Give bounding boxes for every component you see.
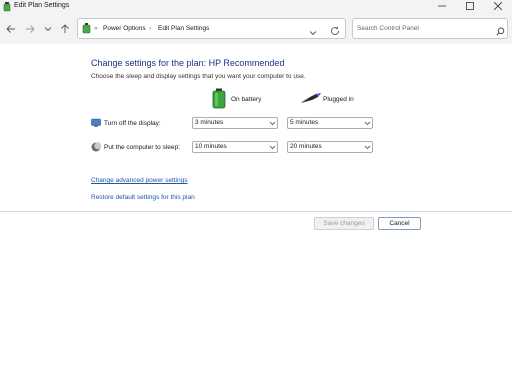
arrow-right-icon bbox=[26, 25, 35, 33]
maximize-button[interactable] bbox=[456, 0, 484, 13]
display-plugged-select[interactable]: 5 minutes bbox=[287, 117, 373, 129]
chevron-down-icon bbox=[309, 31, 317, 36]
breadcrumb-separator: » bbox=[94, 25, 98, 32]
chevron-down-icon bbox=[364, 145, 371, 150]
search-placeholder: Search Control Panel bbox=[357, 25, 419, 32]
display-battery-select[interactable]: 3 minutes bbox=[192, 117, 278, 129]
sleep-battery-select[interactable]: 10 minutes bbox=[192, 141, 278, 153]
display-battery-value: 3 minutes bbox=[195, 119, 224, 126]
chevron-down-icon bbox=[269, 121, 276, 126]
content-divider bbox=[0, 211, 512, 212]
display-plugged-value: 5 minutes bbox=[290, 119, 319, 126]
search-button[interactable] bbox=[496, 23, 505, 41]
sleep-plugged-value: 20 minutes bbox=[290, 143, 322, 150]
address-dropdown-button[interactable] bbox=[309, 24, 317, 42]
display-icon bbox=[91, 118, 101, 127]
refresh-icon bbox=[331, 26, 339, 35]
chevron-down-icon bbox=[364, 121, 371, 126]
column-plugged-in: Plugged in bbox=[323, 96, 354, 103]
battery-icon bbox=[212, 88, 226, 109]
maximize-icon bbox=[466, 2, 474, 10]
column-on-battery: On battery bbox=[231, 96, 262, 103]
chevron-down-icon bbox=[44, 27, 52, 32]
minimize-icon bbox=[438, 5, 446, 7]
sleep-timeout-label: Put the computer to sleep: bbox=[104, 144, 180, 151]
sleep-battery-value: 10 minutes bbox=[195, 143, 227, 150]
recent-locations-button[interactable] bbox=[41, 22, 55, 36]
breadcrumb-edit-plan-settings[interactable]: Edit Plan Settings bbox=[158, 24, 209, 34]
refresh-button[interactable] bbox=[330, 23, 340, 41]
restore-default-settings-link[interactable]: Restore default settings for this plan bbox=[91, 193, 195, 202]
search-icon bbox=[496, 27, 505, 36]
breadcrumb-power-options[interactable]: Power Options bbox=[103, 24, 146, 34]
sleep-moon-icon bbox=[91, 142, 101, 152]
minimize-button[interactable] bbox=[428, 0, 456, 13]
up-button[interactable] bbox=[58, 22, 72, 36]
window-title: Edit Plan Settings bbox=[14, 2, 70, 9]
power-plan-icon bbox=[3, 2, 11, 12]
back-button[interactable] bbox=[4, 22, 18, 36]
close-button[interactable] bbox=[484, 0, 512, 13]
save-changes-button[interactable]: Save changes bbox=[314, 217, 374, 230]
forward-button[interactable] bbox=[23, 22, 37, 36]
chevron-down-icon bbox=[269, 145, 276, 150]
breadcrumb-arrow: › bbox=[149, 25, 152, 32]
display-timeout-label: Turn off the display: bbox=[104, 120, 161, 127]
sleep-plugged-select[interactable]: 20 minutes bbox=[287, 141, 373, 153]
arrow-left-icon bbox=[6, 25, 15, 33]
arrow-up-icon bbox=[61, 24, 69, 33]
page-title: Change settings for the plan: HP Recomme… bbox=[91, 58, 285, 68]
power-plug-icon bbox=[301, 93, 321, 103]
change-advanced-power-settings-link[interactable]: Change advanced power settings bbox=[91, 176, 187, 185]
control-panel-icon bbox=[82, 23, 91, 34]
close-icon bbox=[493, 1, 503, 11]
cancel-button[interactable]: Cancel bbox=[378, 217, 421, 230]
page-subtitle: Choose the sleep and display settings th… bbox=[91, 73, 306, 80]
